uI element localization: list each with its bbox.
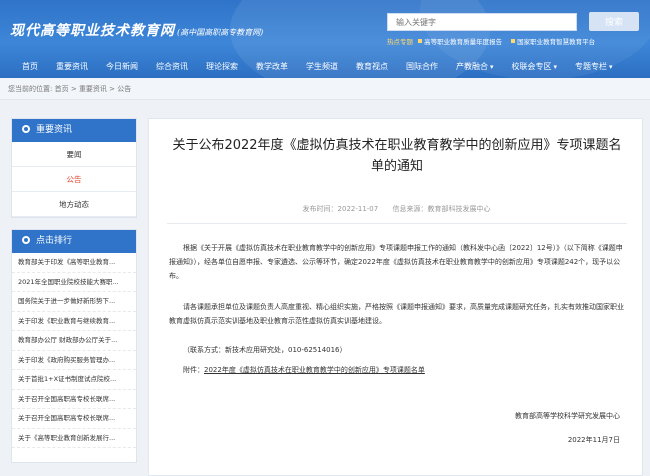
ranking-list-item[interactable]: 国务院关于进一步做好新形势下...	[12, 292, 136, 312]
article-meta: 发布时间：2022-11-07 信息来源：教育部科技发展中心	[149, 204, 644, 214]
issue-date: 2022年11月7日	[567, 436, 620, 444]
issuer-signature: 教育部高等学校科学研究发展中心	[515, 412, 620, 420]
chevron-down-icon: ▾	[553, 62, 558, 71]
nav-item-theory[interactable]: 理论探索	[206, 61, 238, 72]
ranking-list-item[interactable]: 教育部办公厅 财政部办公厅关于...	[12, 331, 136, 351]
main-nav: 首页 重要资讯 今日新闻 综合资讯 理论探索 教学改革 学生频道 教育视点 国际…	[0, 54, 650, 78]
chevron-down-icon: ▾	[490, 62, 494, 71]
nav-item-industry[interactable]: 产教融合 ▾	[456, 61, 494, 72]
news-category-panel: 重要资讯 要闻 公告 地方动态	[11, 118, 137, 218]
nav-item-students[interactable]: 学生频道	[306, 61, 338, 72]
hot-topics-label: 热点专题	[387, 38, 413, 46]
breadcrumb-separator: >	[109, 85, 116, 93]
ranking-list-item[interactable]: 2021年全国职业院校技能大赛职...	[12, 273, 136, 292]
nav-item-education-view[interactable]: 教育视点	[356, 61, 388, 72]
article-paragraph: 根据《关于开展《虚拟仿真技术在职业教育教学中的创新应用》专项课题申报工作的通知（…	[169, 244, 623, 280]
hot-topic-link[interactable]: 国家职业教育智慧教育平台	[517, 38, 595, 46]
attachment-label: 附件：	[183, 366, 204, 374]
breadcrumb-link-home[interactable]: 首页	[55, 85, 69, 93]
divider	[167, 223, 627, 224]
site-header: 现代高等职业技术教育网(高中国高职高专教育网) 搜索 热点专题 高等职业教育质量…	[0, 0, 650, 78]
news-panel-title: 重要资讯	[36, 125, 73, 135]
ranking-panel-header: 点击排行	[12, 230, 136, 253]
nav-item-label: 专题专栏	[575, 61, 608, 71]
nav-item-today-news[interactable]: 今日新闻	[106, 61, 138, 72]
square-bullet-icon	[511, 39, 516, 43]
ranking-list-item[interactable]: 关于召开全国高职高专校长联席...	[12, 409, 136, 429]
breadcrumb: 您当前的位置: 首页 > 重要资讯 > 公告	[0, 78, 650, 100]
ranking-list-item[interactable]: 关于首批1+X证书制度试点院校...	[12, 370, 136, 390]
contact-info: （联系方式：新技术应用研究处，010-62514016）	[183, 346, 347, 354]
search-input[interactable]	[387, 13, 577, 31]
article-source: 信息来源：教育部科技发展中心	[392, 205, 491, 213]
attachment-line: 附件：2022年度《虚拟仿真技术在职业教育教学中的创新应用》专项课题名单	[169, 363, 624, 377]
breadcrumb-prefix: 您当前的位置:	[8, 85, 53, 93]
nav-item-important-news[interactable]: 重要资讯	[56, 61, 88, 72]
nav-item-teaching-reform[interactable]: 教学改革	[256, 61, 288, 72]
ranking-list-item[interactable]: 教育部关于印发《高等职业教育...	[12, 253, 136, 273]
nav-item-home[interactable]: 首页	[22, 61, 38, 72]
ranking-list-item[interactable]: 关于印发《职业教育与继续教育...	[12, 312, 136, 331]
breadcrumb-link-news[interactable]: 重要资讯	[79, 85, 107, 93]
publish-time: 发布时间：2022-11-07	[302, 205, 379, 213]
article-title: 关于公布2022年度《虚拟仿真技术在职业教育教学中的创新应用》专项课题名单的通知	[172, 138, 622, 174]
circle-bullet-icon	[22, 236, 30, 244]
ranking-panel-title: 点击排行	[36, 236, 73, 246]
nav-item-alliance[interactable]: 校联会专区 ▾	[512, 61, 558, 72]
hot-topics: 热点专题 高等职业教育质量年度报告 国家职业教育智慧教育平台	[387, 36, 602, 46]
search-button[interactable]: 搜索	[589, 12, 639, 31]
news-panel-header: 重要资讯	[12, 119, 136, 142]
breadcrumb-current: 公告	[117, 85, 132, 93]
nav-item-label: 产教融合	[456, 61, 488, 71]
site-subtitle: (高中国高职高专教育网)	[177, 28, 264, 37]
sidebar-item-local-news[interactable]: 地方动态	[12, 192, 136, 217]
nav-item-label: 校联会专区	[511, 61, 552, 71]
nav-item-international[interactable]: 国际合作	[406, 61, 438, 72]
site-title-text: 现代高等职业技术教育网	[10, 23, 175, 39]
sidebar-item-headlines[interactable]: 要闻	[12, 142, 136, 167]
ranking-list-item[interactable]: 关于印发《政府购买服务管理办...	[12, 351, 136, 370]
ranking-list-item[interactable]: 关于召开全国高职高专校长联席...	[12, 390, 136, 409]
nav-item-special[interactable]: 专题专栏 ▾	[575, 61, 613, 72]
circle-bullet-icon	[22, 125, 30, 133]
ranking-panel: 点击排行 教育部关于印发《高等职业教育... 2021年全国职业院校技能大赛职.…	[11, 229, 137, 463]
attachment-link[interactable]: 2022年度《虚拟仿真技术在职业教育教学中的创新应用》专项课题名单	[204, 366, 425, 374]
hot-topic-link[interactable]: 高等职业教育质量年度报告	[424, 38, 502, 46]
article-panel: 关于公布2022年度《虚拟仿真技术在职业教育教学中的创新应用》专项课题名单的通知…	[148, 118, 643, 476]
ranking-list-item[interactable]: 关于《高等职业教育创新发展行...	[12, 429, 136, 448]
sidebar-item-announcements[interactable]: 公告	[12, 167, 136, 192]
chevron-down-icon: ▾	[609, 62, 613, 71]
nav-item-general-news[interactable]: 综合资讯	[156, 61, 188, 72]
square-bullet-icon	[418, 39, 423, 43]
article-paragraph: 请各课题承担单位及课题负责人高度重视、精心组织实施，严格按照《课题申报通知》要求…	[169, 303, 624, 325]
site-logo[interactable]: 现代高等职业技术教育网 (高中国高职高专教育网)	[10, 20, 263, 40]
breadcrumb-separator: >	[70, 85, 77, 93]
